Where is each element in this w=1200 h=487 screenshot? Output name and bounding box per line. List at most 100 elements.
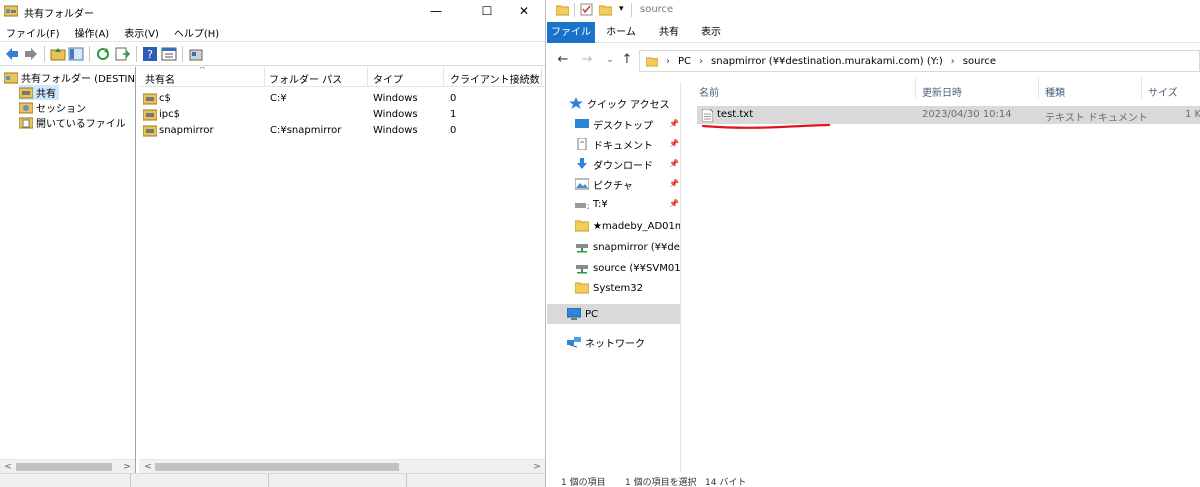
nav-label: PC: [585, 308, 599, 320]
recent-locations-icon[interactable]: ⌄: [603, 53, 617, 67]
nav-item-drive-t[interactable]: 2 T:¥ 📌: [547, 194, 680, 214]
tab-home[interactable]: ホーム: [599, 22, 643, 43]
tree-root[interactable]: 共有フォルダー (DESTINATION: [4, 70, 135, 85]
minimize-button[interactable]: —: [414, 0, 458, 22]
column-modified[interactable]: 更新日時: [922, 84, 962, 99]
client-count: 0: [450, 125, 457, 136]
red-underline-annotation: [701, 123, 831, 129]
list-header: 共有名 ^ フォルダー パス タイプ クライアント接続数: [139, 67, 545, 87]
navigation-pane: クイック アクセス デスクトップ 📌 ドキュメント 📌 ダウンロード 📌 ピクチ…: [547, 82, 681, 472]
nav-item-desktop[interactable]: デスクトップ 📌: [547, 114, 680, 134]
nav-item-downloads[interactable]: ダウンロード 📌: [547, 154, 680, 174]
scroll-thumb[interactable]: [16, 463, 112, 471]
pin-icon[interactable]: 📌: [669, 179, 679, 188]
network-icon: [567, 337, 581, 348]
nav-label: ネットワーク: [585, 338, 645, 350]
nav-label: T:¥: [593, 198, 608, 210]
new-share-icon[interactable]: [188, 46, 204, 62]
svg-text:?: ?: [147, 48, 153, 61]
quick-access-dropdown-icon[interactable]: ▾: [619, 4, 624, 14]
nav-label: System32: [593, 282, 644, 294]
file-list-header: 名前 更新日時 種類 サイズ: [683, 75, 1200, 101]
scroll-right-icon[interactable]: >: [121, 461, 133, 473]
up-folder-icon[interactable]: [50, 46, 66, 62]
new-folder-icon[interactable]: [599, 4, 612, 16]
tab-share[interactable]: 共有: [647, 22, 691, 43]
address-bar[interactable]: › PC › snapmirror (¥¥destination.murakam…: [639, 50, 1200, 72]
nav-item-network[interactable]: ネットワーク: [547, 332, 680, 352]
shared-folder-icon: [4, 72, 18, 83]
tree-item-shares[interactable]: 共有: [19, 85, 59, 100]
table-row[interactable]: ipc$ Windows 1: [139, 107, 545, 123]
column-type[interactable]: 種類: [1045, 84, 1065, 99]
column-client-connections[interactable]: クライアント接続数: [450, 71, 540, 86]
close-button[interactable]: ✕: [502, 0, 545, 22]
scroll-left-icon[interactable]: <: [142, 461, 154, 473]
column-folder-path[interactable]: フォルダー パス: [269, 71, 342, 86]
tab-file[interactable]: ファイル: [547, 22, 595, 43]
column-share-name[interactable]: 共有名: [145, 71, 175, 86]
toolbar: ?: [0, 41, 545, 66]
share-type: Windows: [373, 109, 418, 120]
tree-item-sessions[interactable]: セッション: [19, 100, 86, 115]
refresh-icon[interactable]: [95, 46, 111, 62]
forward-arrow-icon[interactable]: →: [580, 53, 594, 67]
show-tree-icon[interactable]: [68, 46, 84, 62]
properties-icon[interactable]: [161, 46, 177, 62]
desktop-icon: [575, 119, 589, 128]
table-row[interactable]: snapmirror C:¥snapmirror Windows 0: [139, 123, 545, 139]
nav-item-snapmirror[interactable]: snapmirror (¥¥destin: [547, 237, 680, 257]
menu-action[interactable]: 操作(A): [75, 25, 110, 40]
menu-view[interactable]: 表示(V): [124, 25, 159, 40]
tree-horizontal-scrollbar[interactable]: < >: [0, 459, 135, 473]
selected-size: 14 バイト: [705, 478, 747, 487]
breadcrumb-pc[interactable]: PC: [678, 56, 691, 67]
menu-file[interactable]: ファイル(F): [6, 25, 60, 40]
scroll-left-icon[interactable]: <: [2, 461, 14, 473]
scroll-thumb[interactable]: [155, 463, 399, 471]
column-name[interactable]: 名前: [699, 84, 719, 99]
nav-item-madeby[interactable]: ★madeby_AD01mu: [547, 216, 680, 236]
back-arrow-icon[interactable]: [4, 46, 20, 62]
title-bar[interactable]: ▾ source: [547, 0, 1200, 22]
file-size: 1 KB: [1185, 109, 1200, 120]
column-size[interactable]: サイズ: [1148, 84, 1178, 99]
nav-item-pictures[interactable]: ピクチャ 📌: [547, 174, 680, 194]
file-explorer-window: ▾ source ファイル ホーム 共有 表示 ← → ⌄ ↑ › PC › s…: [547, 0, 1200, 487]
column-type[interactable]: タイプ: [373, 71, 403, 86]
ribbon-tabs: ファイル ホーム 共有 表示: [547, 22, 1200, 43]
tree-item-label: セッション: [36, 104, 86, 115]
shared-folders-window: 共有フォルダー — ☐ ✕ ファイル(F) 操作(A) 表示(V) ヘルプ(H)…: [0, 0, 546, 487]
status-bar: 1 個の項目 1 個の項目を選択 14 バイト: [547, 472, 1200, 487]
nav-item-source[interactable]: source (¥¥SVM01-0: [547, 258, 680, 278]
computer-icon: [567, 308, 581, 320]
breadcrumb-source[interactable]: source: [963, 56, 996, 67]
pin-icon[interactable]: 📌: [669, 199, 679, 208]
tree-item-open-files[interactable]: 開いているファイル: [19, 115, 126, 130]
back-arrow-icon[interactable]: ←: [556, 53, 570, 67]
table-row[interactable]: c$ C:¥ Windows 0: [139, 91, 545, 107]
list-horizontal-scrollbar[interactable]: < >: [139, 459, 545, 473]
folder-path: C:¥: [270, 93, 287, 104]
pin-icon[interactable]: 📌: [669, 139, 679, 148]
breadcrumb-drive[interactable]: snapmirror (¥¥destination.murakami.com) …: [711, 56, 943, 67]
nav-item-documents[interactable]: ドキュメント 📌: [547, 134, 680, 154]
scroll-right-icon[interactable]: >: [531, 461, 543, 473]
forward-arrow-icon[interactable]: [23, 46, 39, 62]
title-bar[interactable]: 共有フォルダー — ☐ ✕: [0, 0, 545, 22]
tab-view[interactable]: 表示: [689, 22, 733, 43]
help-icon[interactable]: ?: [142, 46, 158, 62]
download-icon: [577, 158, 587, 169]
properties-icon[interactable]: [580, 3, 593, 16]
menu-help[interactable]: ヘルプ(H): [174, 25, 219, 40]
nav-quick-access[interactable]: クイック アクセス: [547, 93, 680, 113]
nav-item-pc[interactable]: PC: [547, 304, 680, 324]
export-list-icon[interactable]: [114, 46, 130, 62]
client-count: 1: [450, 109, 457, 120]
pin-icon[interactable]: 📌: [669, 119, 679, 128]
nav-item-system32[interactable]: System32: [547, 278, 680, 298]
up-arrow-icon[interactable]: ↑: [620, 53, 634, 67]
pin-icon[interactable]: 📌: [669, 159, 679, 168]
nav-label: ★madeby_AD01mu: [593, 220, 680, 232]
nav-label: ピクチャ: [593, 180, 633, 192]
